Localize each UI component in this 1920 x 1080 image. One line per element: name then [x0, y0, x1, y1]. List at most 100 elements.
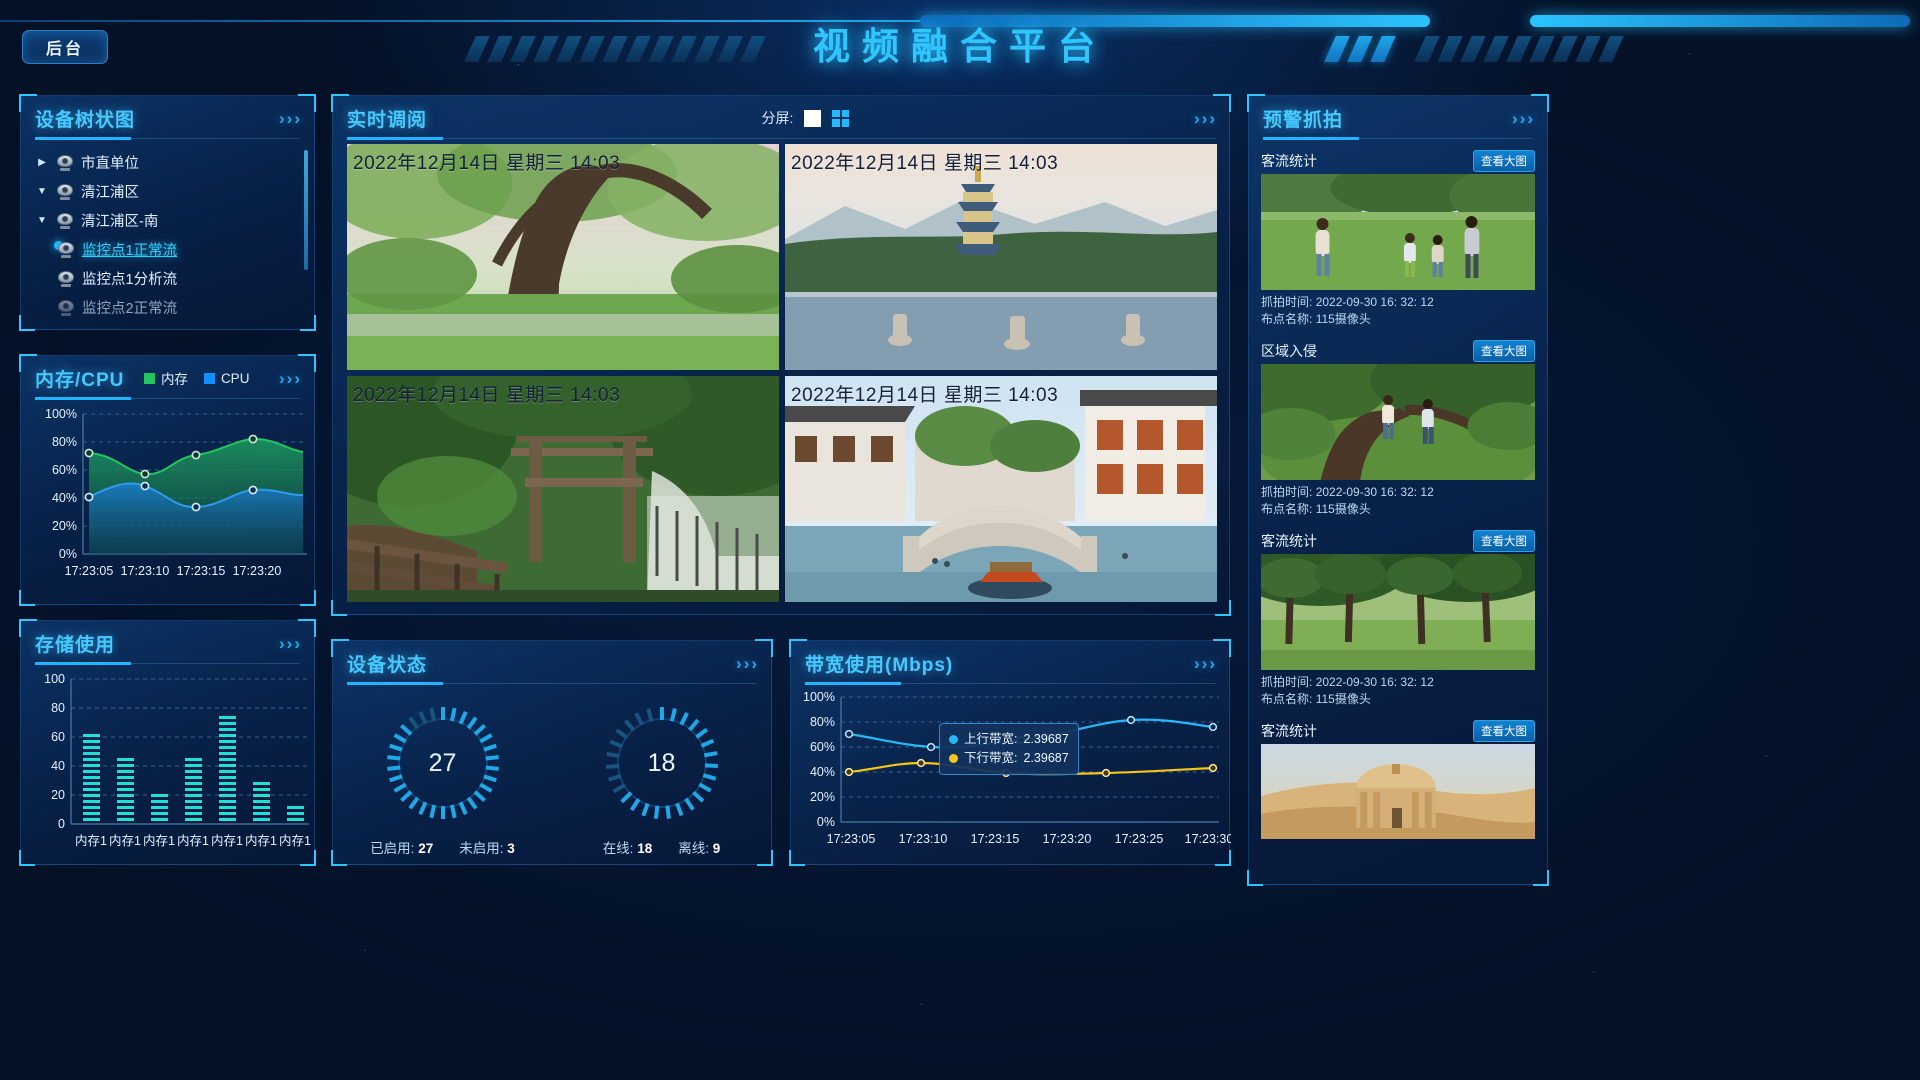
device-status-panel: 设备状态 › › › 27 18 已启用: 27 未启用: 3 在线: 18 离…: [331, 639, 773, 866]
view-large-image-button[interactable]: 查看大图: [1473, 150, 1535, 172]
camera-icon: [56, 212, 74, 229]
tooltip-row-up: 上行带宽: 2.39687: [949, 730, 1069, 749]
device-tree-scrollbar[interactable]: [304, 150, 308, 270]
live-view-more-icon[interactable]: › › ›: [1194, 110, 1215, 127]
storage-header: 存储使用 › › ›: [21, 621, 314, 665]
capture-family-park: [1261, 174, 1535, 290]
svg-text:17:23:25: 17:23:25: [1115, 832, 1164, 846]
alarm-card-list[interactable]: 客流统计 查看大图 抓拍时间: 2022-09-30 16: 32: 12 布点…: [1249, 140, 1547, 882]
gauge-online-value: 18: [647, 748, 676, 777]
tooltip-value-up: 2.39687: [1023, 732, 1069, 746]
chevron-down-icon[interactable]: ▼: [35, 215, 49, 226]
split-4-icon[interactable]: [832, 109, 850, 127]
capture-point-label: 布点名称:: [1261, 312, 1313, 326]
video-timestamp: 2022年12月14日 星期三 14:03: [353, 385, 621, 406]
stat-label-online: 在线:: [602, 841, 634, 856]
video-timestamp: 2022年12月14日 星期三 14:03: [791, 385, 1059, 406]
split-screen-control: 分屏:: [762, 108, 850, 128]
bandwidth-header: 带宽使用(Mbps) › › ›: [791, 641, 1229, 685]
gauge-stats-row: 已启用: 27 未启用: 3 在线: 18 离线: 9: [333, 829, 771, 857]
video-grid: 2022年12月14日 星期三 14:03 2022年12月14日 星期三 14…: [347, 144, 1217, 602]
view-large-image-button[interactable]: 查看大图: [1473, 530, 1535, 552]
legend-label-memory: 内存: [160, 372, 188, 387]
chevron-right-icon[interactable]: ▶: [35, 157, 49, 168]
stat-label-enabled: 已启用:: [370, 841, 415, 856]
alarm-card-header: 区域入侵 查看大图: [1261, 338, 1535, 364]
alarm-card-1[interactable]: 区域入侵 查看大图 抓拍时间: 2022-09-30 16: 32: 12 布点…: [1261, 338, 1535, 518]
alarm-card-image[interactable]: [1261, 364, 1535, 480]
svg-text:80%: 80%: [810, 715, 835, 729]
stat-value-enabled: 27: [418, 841, 434, 856]
tree-item-0[interactable]: ▶ 市直单位: [35, 148, 304, 177]
svg-text:60%: 60%: [52, 463, 77, 477]
device-tree-title: 设备树状图: [35, 109, 136, 131]
legend-item-cpu: CPU: [203, 371, 249, 386]
view-large-image-button[interactable]: 查看大图: [1473, 340, 1535, 362]
tree-item-1[interactable]: ▼ 清江浦区: [35, 177, 304, 206]
device-status-more-icon[interactable]: › › ›: [736, 655, 757, 672]
live-view-title: 实时调阅: [347, 109, 428, 131]
alarm-card-name: 客流统计: [1261, 153, 1317, 169]
tree-item-2[interactable]: ▼ 清江浦区-南: [35, 206, 304, 235]
svg-text:17:23:15: 17:23:15: [177, 564, 226, 578]
svg-text:17:23:05: 17:23:05: [827, 832, 876, 846]
alarm-card-0[interactable]: 客流统计 查看大图 抓拍时间: 2022-09-30 16: 32: 12 布点…: [1261, 148, 1535, 328]
device-tree-list: ▶ 市直单位 ▼ 清江浦区 ▼ 清江浦区-南 监控点1正常流 监控点1分析流 监…: [21, 140, 314, 326]
backstage-button[interactable]: 后台: [22, 30, 108, 64]
bandwidth-title: 带宽使用(Mbps): [805, 654, 954, 676]
tooltip-dot-down: [949, 754, 958, 763]
storage-more-icon[interactable]: › › ›: [279, 635, 300, 652]
split-screen-label: 分屏:: [761, 110, 794, 126]
video-timestamp: 2022年12月14日 星期三 14:03: [353, 153, 621, 174]
alarm-card-name: 客流统计: [1261, 723, 1317, 739]
svg-text:20: 20: [51, 788, 65, 802]
bandwidth-panel: 带宽使用(Mbps) › › › 100% 80% 60% 40% 20% 0% 1…: [789, 639, 1231, 866]
capture-time-value: 2022-09-30 16: 32: 12: [1315, 485, 1434, 499]
alarm-card-3[interactable]: 客流统计 查看大图: [1261, 718, 1535, 839]
video-timestamp: 2022年12月14日 星期三 14:03: [791, 153, 1059, 174]
tooltip-label-up: 上行带宽:: [964, 732, 1018, 746]
live-view-header: 实时调阅 分屏: › › ›: [333, 96, 1229, 140]
capture-time-value: 2022-09-30 16: 32: 12: [1315, 675, 1434, 689]
svg-text:100%: 100%: [803, 690, 835, 704]
split-1-icon[interactable]: [804, 109, 822, 127]
view-large-image-button[interactable]: 查看大图: [1473, 720, 1535, 742]
svg-text:20%: 20%: [810, 790, 835, 804]
tree-item-3[interactable]: 监控点1正常流: [35, 235, 304, 264]
alarm-more-icon[interactable]: › › ›: [1512, 110, 1533, 127]
alarm-card-image[interactable]: [1261, 174, 1535, 290]
app-header: 视频融合平台 后台: [0, 0, 1920, 84]
alarm-card-image[interactable]: [1261, 554, 1535, 670]
tree-item-5[interactable]: 监控点2正常流: [35, 293, 304, 322]
svg-text:40: 40: [51, 759, 65, 773]
svg-text:17:23:30: 17:23:30: [1185, 832, 1231, 846]
tree-item-4[interactable]: 监控点1分析流: [35, 264, 304, 293]
video-feed-canal-bridge: [785, 376, 1217, 602]
svg-text:内存1: 内存1: [279, 834, 311, 848]
video-cell-1[interactable]: 2022年12月14日 星期三 14:03: [785, 144, 1217, 370]
video-cell-3[interactable]: 2022年12月14日 星期三 14:03: [785, 376, 1217, 602]
svg-text:0%: 0%: [59, 547, 77, 561]
device-tree-more-icon[interactable]: › › ›: [279, 110, 300, 127]
svg-text:17:23:10: 17:23:10: [121, 564, 170, 578]
alarm-card-2[interactable]: 客流统计 查看大图 抓拍时间: 2022-09-30 16: 32: 12 布点…: [1261, 528, 1535, 708]
video-cell-2[interactable]: 2022年12月14日 星期三 14:03: [347, 376, 779, 602]
tooltip-label-down: 下行带宽:: [964, 751, 1018, 765]
tree-item-label: 市直单位: [81, 156, 139, 172]
gauge-enabled-value: 27: [428, 748, 457, 777]
capture-point-value: 115摄像头: [1315, 692, 1371, 706]
stat-label-offline: 离线:: [678, 841, 710, 856]
svg-text:60: 60: [51, 730, 65, 744]
alarm-title: 预警抓拍: [1263, 109, 1344, 131]
bandwidth-more-icon[interactable]: › › ›: [1194, 655, 1215, 672]
alarm-card-name: 区域入侵: [1261, 343, 1317, 359]
alarm-card-header: 客流统计 查看大图: [1261, 528, 1535, 554]
gauge-enabled-stats: 已启用: 27 未启用: 3: [333, 829, 552, 857]
legend-item-memory: 内存: [143, 368, 188, 388]
mem-cpu-more-icon[interactable]: › › ›: [279, 370, 300, 387]
svg-text:内存1: 内存1: [177, 834, 209, 848]
legend-swatch-cpu: [203, 372, 215, 384]
video-cell-0[interactable]: 2022年12月14日 星期三 14:03: [347, 144, 779, 370]
alarm-card-image[interactable]: [1261, 744, 1535, 839]
chevron-down-icon[interactable]: ▼: [35, 186, 49, 197]
